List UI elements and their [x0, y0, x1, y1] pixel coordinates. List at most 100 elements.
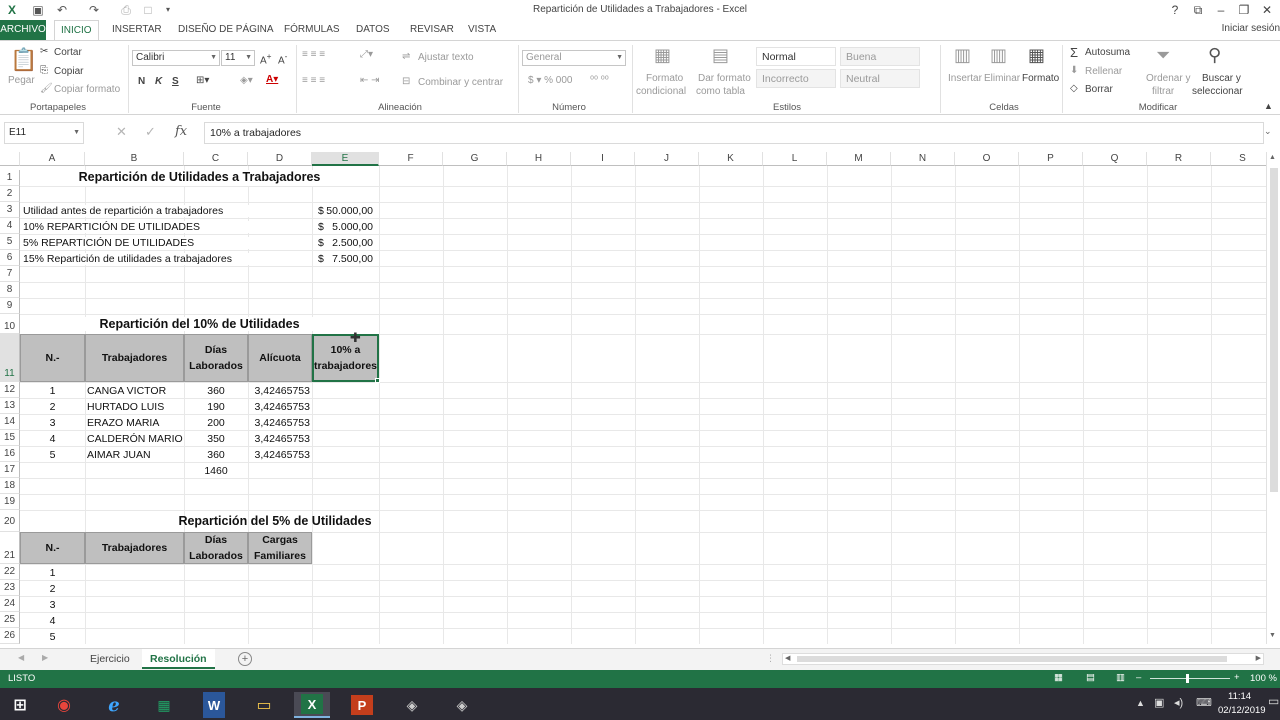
table-cell-name[interactable]: CALDERÓN MARIO	[87, 433, 183, 445]
style-good[interactable]: Buena	[840, 47, 920, 66]
restore-icon[interactable]: ❐	[1233, 1, 1255, 19]
row-header-1[interactable]: 1	[0, 170, 20, 186]
table-cell-dias[interactable]: 360	[184, 449, 248, 461]
wrap-text-icon[interactable]: ⇌	[402, 51, 410, 62]
network-icon[interactable]: ▣	[1154, 696, 1164, 709]
help-icon[interactable]: ?	[1164, 1, 1186, 19]
tab-insertar[interactable]: INSERTAR	[106, 20, 168, 40]
table-cell-name[interactable]: ERAZO MARIA	[87, 417, 159, 429]
summary-value[interactable]: 5.000,00	[312, 221, 373, 233]
col-header-p[interactable]: P	[1019, 152, 1083, 166]
table-format-label-1[interactable]: Dar formato	[698, 73, 751, 84]
page-break-icon[interactable]: ▥	[1116, 672, 1125, 683]
fill-icon[interactable]: ⬇	[1070, 65, 1078, 76]
excel-taskbar-icon[interactable]: X	[294, 692, 330, 718]
sheet-tab-ejercicio[interactable]: Ejercicio	[82, 649, 138, 669]
table-header-alicuota[interactable]: Alícuota	[248, 334, 312, 382]
currency-icon[interactable]: $ ▾ % 000	[528, 75, 573, 86]
col-header-c[interactable]: C	[184, 152, 248, 166]
scroll-left-icon[interactable]: ◀	[785, 654, 790, 662]
powerpoint-taskbar-icon[interactable]: P	[344, 692, 380, 718]
sheet-title[interactable]: Repartición de Utilidades a Trabajadores	[20, 170, 379, 186]
table-cell-dias[interactable]: 200	[184, 417, 248, 429]
table2-cell-n[interactable]: 3	[20, 599, 85, 611]
col-header-l[interactable]: L	[763, 152, 827, 166]
section-title-20[interactable]: Repartición del 5% de Utilidades	[20, 514, 530, 528]
table-cell-n[interactable]: 4	[20, 433, 85, 445]
tab-diseno-pagina[interactable]: DISEÑO DE PÁGINA	[172, 20, 280, 40]
sort-filter-label-2[interactable]: filtrar	[1152, 86, 1174, 97]
tab-formulas[interactable]: FÓRMULAS	[278, 20, 346, 40]
paste-button[interactable]: Pegar	[8, 75, 35, 86]
clock-date[interactable]: 02/12/2019	[1218, 705, 1266, 716]
table-cell-alicuota[interactable]: 3,42465753	[248, 401, 312, 413]
col-header-k[interactable]: K	[699, 152, 763, 166]
zoom-out-icon[interactable]: –	[1136, 672, 1141, 683]
row-header-6[interactable]: 6	[0, 250, 20, 266]
cut-icon[interactable]: ✂	[40, 46, 48, 57]
zoom-slider[interactable]	[1150, 678, 1230, 679]
row-header-8[interactable]: 8	[0, 282, 20, 298]
table-cell-dias[interactable]: 350	[184, 433, 248, 445]
sign-in-link[interactable]: Iniciar sesión	[1222, 23, 1280, 34]
copy-button[interactable]: Copiar	[54, 66, 83, 77]
row-header-13[interactable]: 13	[0, 398, 20, 414]
app-icon[interactable]: ◈	[444, 692, 480, 718]
format-painter-button[interactable]: Copiar formato	[54, 84, 120, 95]
row-header-17[interactable]: 17	[0, 462, 20, 478]
table-cell-n[interactable]: 2	[20, 401, 85, 413]
zoom-in-icon[interactable]: +	[1234, 672, 1240, 683]
find-select-icon[interactable]: ⚲	[1208, 45, 1221, 66]
merge-center-button[interactable]: Combinar y centrar	[418, 77, 503, 88]
col-header-i[interactable]: I	[571, 152, 635, 166]
row-header-4[interactable]: 4	[0, 218, 20, 234]
clear-icon[interactable]: ◇	[1070, 83, 1078, 94]
summary-label[interactable]: 15% Repartición de utilidades a trabajad…	[23, 253, 311, 265]
section-title-10[interactable]: Repartición del 10% de Utilidades	[20, 317, 379, 331]
table2-header-n[interactable]: N.-	[20, 532, 85, 564]
name-box[interactable]: E11 ▼	[4, 122, 84, 144]
scroll-up-icon[interactable]: ▲	[1269, 154, 1276, 161]
summary-value[interactable]: 7.500,00	[312, 253, 373, 265]
table2-cell-n[interactable]: 5	[20, 631, 85, 643]
row-header-25[interactable]: 25	[0, 612, 20, 628]
format-painter-icon[interactable]: 🖌	[40, 83, 53, 94]
row-header-14[interactable]: 14	[0, 414, 20, 430]
font-size-combo[interactable]: 11 ▼	[221, 50, 255, 66]
find-select-label-2[interactable]: seleccionar	[1192, 86, 1243, 97]
row-header-9[interactable]: 9	[0, 298, 20, 314]
table-header-n[interactable]: N.-	[20, 334, 85, 382]
align-left-icon[interactable]: ≡ ≡ ≡	[302, 75, 325, 86]
col-header-o[interactable]: O	[955, 152, 1019, 166]
scrollbar-thumb[interactable]	[1270, 168, 1278, 492]
summary-label[interactable]: 5% REPARTICIÓN DE UTILIDADES	[23, 237, 311, 249]
sort-filter-icon[interactable]: ⏷	[1156, 45, 1170, 66]
shrink-font-icon[interactable]: A-	[278, 51, 287, 66]
format-cells-button[interactable]: Formato	[1022, 73, 1059, 84]
row-header-7[interactable]: 7	[0, 266, 20, 282]
split-handle-icon[interactable]: ⋮	[766, 653, 775, 664]
insert-cells-button[interactable]: Insertar	[948, 73, 982, 84]
sheet-prev-icon[interactable]: ◀	[18, 653, 24, 662]
paste-icon[interactable]: 📋	[10, 47, 37, 73]
autosum-button[interactable]: Autosuma	[1085, 47, 1130, 58]
fill-color-icon[interactable]: ◈▾	[240, 75, 253, 86]
row-header-24[interactable]: 24	[0, 596, 20, 612]
clock-time[interactable]: 11:14	[1228, 691, 1251, 702]
page-layout-icon[interactable]: ▤	[1086, 672, 1095, 683]
number-format-combo[interactable]: General ▼	[522, 50, 626, 66]
summary-label[interactable]: 10% REPARTICIÓN DE UTILIDADES	[23, 221, 311, 233]
table-cell-alicuota[interactable]: 3,42465753	[248, 385, 312, 397]
row-header-26[interactable]: 26	[0, 628, 20, 644]
insert-cells-icon[interactable]: ▥	[954, 45, 971, 66]
fill-handle[interactable]	[375, 378, 380, 383]
table2-cell-n[interactable]: 4	[20, 615, 85, 627]
sheet-next-icon[interactable]: ▶	[42, 653, 48, 662]
font-color-icon[interactable]: A▾	[266, 74, 278, 85]
col-header-m[interactable]: M	[827, 152, 891, 166]
col-header-f[interactable]: F	[379, 152, 443, 166]
col-header-b[interactable]: B	[85, 152, 184, 166]
font-name-combo[interactable]: Calibri ▼	[132, 50, 220, 66]
table-cell-n[interactable]: 5	[20, 449, 85, 461]
col-header-s[interactable]: S	[1211, 152, 1266, 166]
